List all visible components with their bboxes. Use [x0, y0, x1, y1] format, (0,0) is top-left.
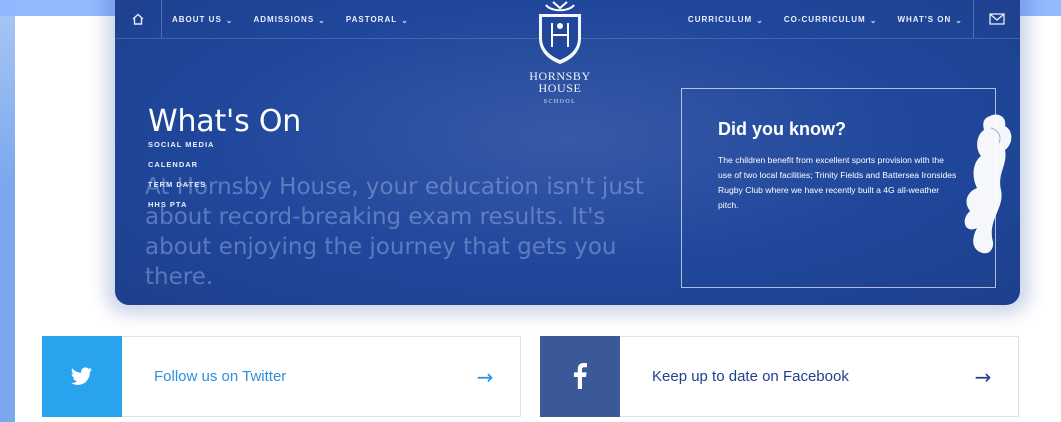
intro-text: At Hornsby House, your education isn't j… [145, 174, 644, 290]
nav-left: ABOUT US ⌄ ADMISSIONS ⌄ PASTORAL ⌄ [115, 0, 419, 38]
nav-item-whats-on[interactable]: WHAT'S ON ⌄ [887, 14, 973, 25]
chevron-down-icon: ⌄ [225, 15, 234, 25]
rabbit-mascot-icon [964, 114, 1012, 254]
facebook-icon [573, 363, 587, 389]
mail-icon[interactable] [973, 0, 1020, 38]
did-you-know-text: The children benefit from excellent spor… [718, 155, 957, 210]
nav-item-label: CO-CURRICULUM [783, 14, 866, 24]
page-title: What's On [148, 104, 302, 140]
chevron-down-icon: ⌄ [955, 15, 963, 25]
nav-item-pastoral[interactable]: PASTORAL ⌄ [336, 14, 419, 25]
nav-item-about-us[interactable]: ABOUT US ⌄ [162, 14, 243, 25]
subnav-link-social-media[interactable]: SOCIAL MEDIA [148, 140, 214, 149]
school-crest-logo[interactable]: HORNSBY HOUSE SCHOOL [522, 0, 598, 116]
arrow-right-icon: → [974, 364, 992, 389]
hero-panel: ABOUT US ⌄ ADMISSIONS ⌄ PASTORAL ⌄ CURRI… [115, 0, 1020, 305]
did-you-know-title: Did you know? [718, 119, 846, 139]
outer-frame-left [0, 0, 15, 422]
home-icon[interactable] [115, 0, 162, 38]
facebook-label: Keep up to date on Facebook [652, 368, 849, 385]
facebook-icon-box [540, 335, 620, 417]
nav-item-label: CURRICULUM [687, 14, 753, 24]
nav-item-label: ABOUT US [172, 14, 222, 24]
school-name-line2: HOUSE [538, 81, 582, 95]
twitter-icon-box [42, 335, 122, 417]
chevron-down-icon: ⌄ [756, 15, 764, 25]
chevron-down-icon: ⌄ [318, 15, 326, 25]
chevron-down-icon: ⌄ [869, 15, 878, 25]
twitter-icon [71, 367, 92, 385]
arrow-right-icon: → [476, 364, 494, 389]
chevron-down-icon: ⌄ [401, 15, 409, 25]
subnav-link-calendar[interactable]: CALENDAR [148, 160, 214, 169]
nav-item-admissions[interactable]: ADMISSIONS ⌄ [243, 14, 335, 25]
nav-item-label: PASTORAL [345, 14, 398, 24]
nav-right: CURRICULUM ⌄ CO-CURRICULUM ⌄ WHAT'S ON ⌄ [678, 0, 1020, 38]
nav-item-co-curriculum[interactable]: CO-CURRICULUM ⌄ [774, 14, 888, 25]
nav-item-curriculum[interactable]: CURRICULUM ⌄ [678, 14, 774, 25]
shield-icon [539, 1, 581, 64]
nav-item-label: ADMISSIONS [253, 14, 315, 24]
twitter-label: Follow us on Twitter [154, 368, 287, 385]
school-name: HORNSBY HOUSE SCHOOL [529, 70, 591, 108]
school-name-line3: SCHOOL [543, 99, 577, 105]
facebook-card[interactable]: Keep up to date on Facebook → [540, 335, 1019, 417]
twitter-card[interactable]: Follow us on Twitter → [42, 335, 521, 417]
nav-item-label: WHAT'S ON [897, 14, 952, 24]
